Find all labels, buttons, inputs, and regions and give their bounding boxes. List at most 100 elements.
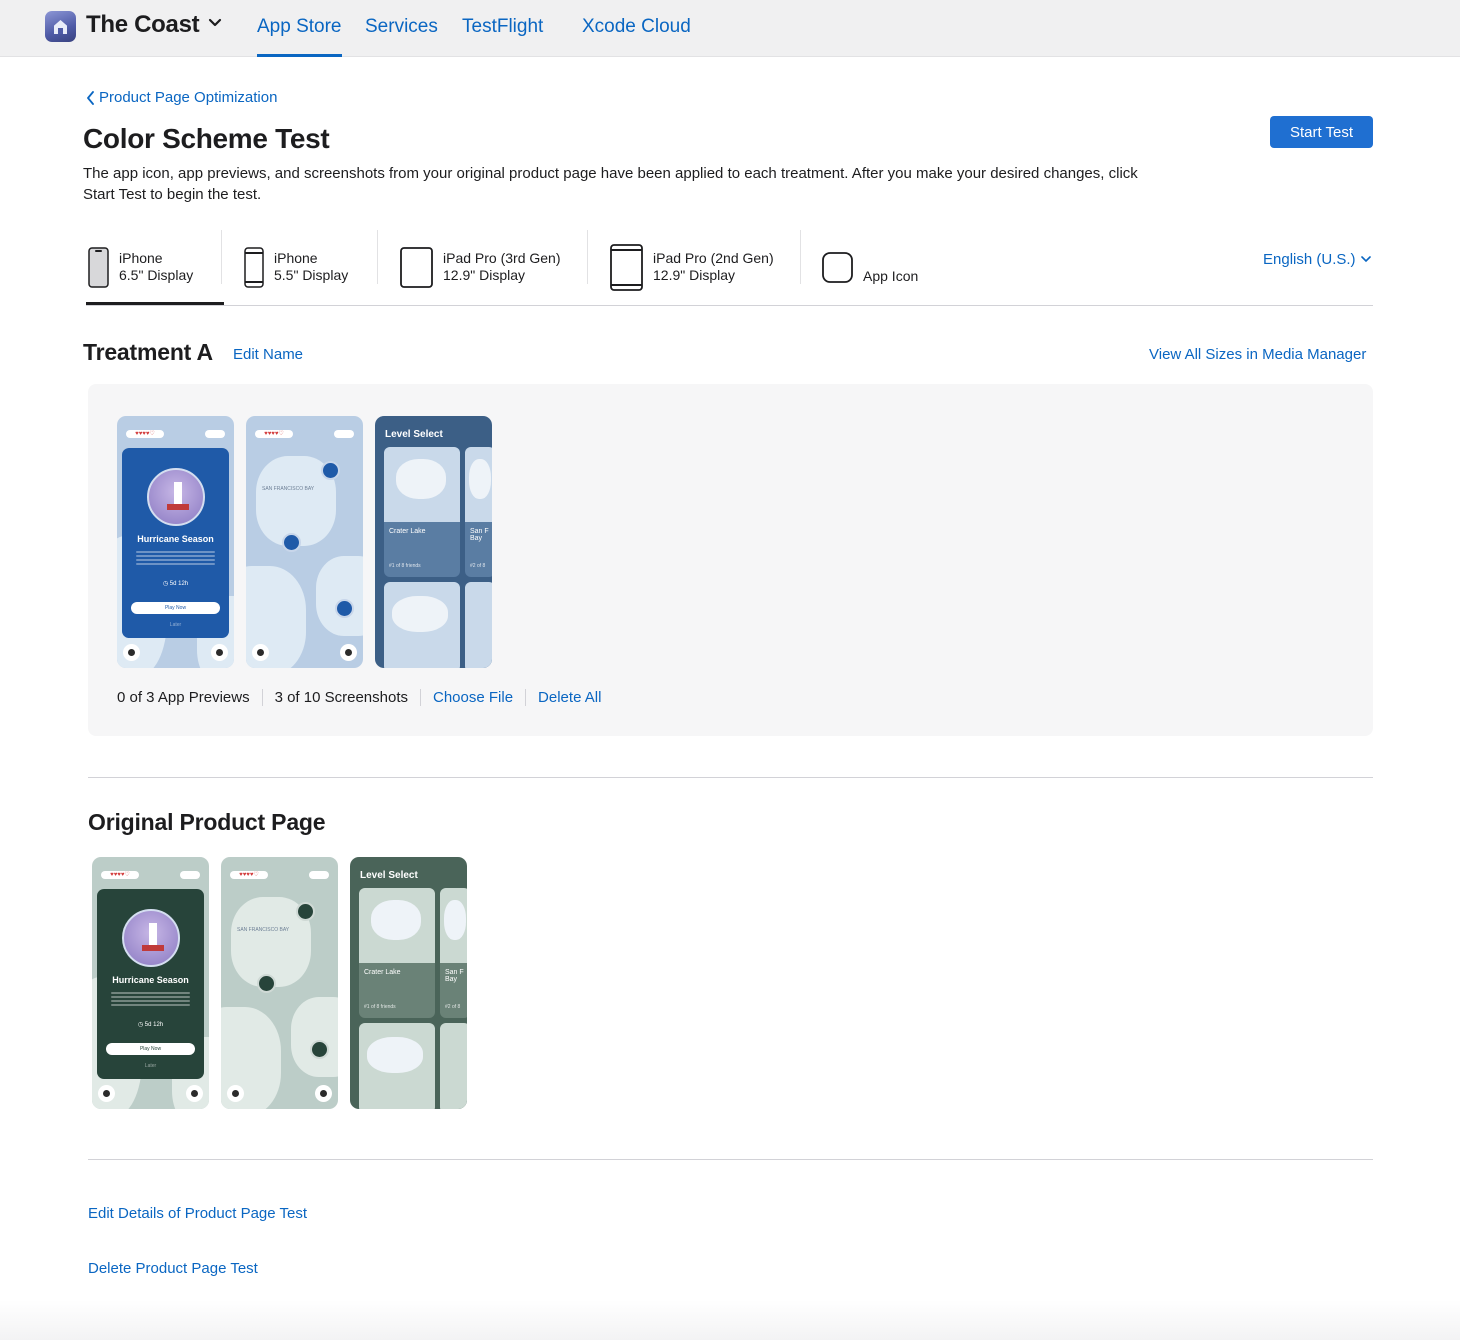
tab-app-store[interactable]: App Store	[257, 16, 342, 38]
device-tab-iphone-5-5[interactable]: iPhone 5.5" Display	[244, 228, 348, 306]
tile-rank: #1 of 8 friends	[364, 1004, 396, 1010]
ipad-icon	[400, 246, 433, 288]
device-tab-line1: iPhone	[274, 250, 318, 266]
level-tile: Crater Lake #1 of 8 friends	[384, 447, 460, 577]
treatment-title: Treatment A	[83, 339, 213, 365]
flag-badge	[205, 430, 225, 438]
original-title: Original Product Page	[88, 809, 326, 835]
start-test-button[interactable]: Start Test	[1270, 116, 1373, 148]
app-icon[interactable]	[45, 11, 76, 42]
device-tabs: iPhone 6.5" Display iPhone 5.5" Display iP…	[86, 228, 1373, 306]
screenshots-count: 3 of 10 Screenshots	[274, 689, 408, 706]
level-marker	[335, 599, 354, 618]
top-bar: The Coast App Store Services TestFlight …	[0, 0, 1460, 57]
page-title: Color Scheme Test	[83, 123, 330, 154]
lighthouse-badge	[147, 468, 205, 526]
tile-name: San F Bay	[445, 969, 464, 983]
level-marker	[296, 902, 315, 921]
iphone-icon	[244, 246, 264, 288]
level-tile	[384, 582, 460, 668]
friends-icon	[315, 1085, 332, 1102]
chevron-left-icon	[87, 90, 94, 105]
screenshot-1[interactable]: ♥♥♥♥♡ Hurricane Season ◷ 5d 12h Play Now…	[117, 416, 234, 668]
device-tab-line2: 6.5" Display	[119, 267, 194, 283]
view-all-sizes-link[interactable]: View All Sizes in Media Manager	[1149, 346, 1366, 363]
tab-services[interactable]: Services	[365, 16, 438, 38]
device-tab-line2: 12.9" Display	[443, 267, 526, 283]
friends-icon	[186, 1085, 203, 1102]
chevron-down-icon[interactable]	[207, 15, 223, 31]
friends-icon	[340, 644, 357, 661]
tile-name: San F Bay	[470, 528, 489, 542]
level-tile	[440, 1023, 467, 1109]
card-timer: ◷ 5d 12h	[162, 581, 189, 587]
card-title: Hurricane Season	[112, 975, 189, 985]
settings-icon	[252, 644, 269, 661]
back-link-label: Product Page Optimization	[99, 89, 278, 106]
hearts-indicator: ♥♥♥♥♡	[230, 871, 268, 879]
hearts-indicator: ♥♥♥♥♡	[255, 430, 293, 438]
later-label: Later	[169, 622, 182, 628]
app-name[interactable]: The Coast	[86, 11, 200, 39]
original-screenshot-2[interactable]: ♥♥♥♥♡ SAN FRANCISCO BAY	[221, 857, 338, 1109]
tile-rank: #2 of 8	[445, 1004, 461, 1010]
device-tab-ipad-pro-2nd[interactable]: iPad Pro (2nd Gen) 12.9" Display	[610, 228, 774, 306]
device-tab-line2: App Icon	[863, 267, 919, 284]
level-tile: San F Bay #2 of 8	[465, 447, 492, 577]
flag-badge	[334, 430, 354, 438]
device-tab-line2: 12.9" Display	[653, 267, 736, 283]
later-label: Later	[144, 1063, 157, 1069]
media-meta-row: 0 of 3 App Previews 3 of 10 Screenshots …	[117, 689, 601, 706]
app-icon-outline	[822, 251, 853, 283]
edit-name-link[interactable]: Edit Name	[233, 346, 303, 363]
level-tile: Crater Lake #1 of 8 friends	[359, 888, 435, 1018]
tile-rank: #1 of 8 friends	[389, 563, 421, 569]
back-link[interactable]: Product Page Optimization	[86, 89, 277, 106]
settings-icon	[227, 1085, 244, 1102]
level-marker	[321, 461, 340, 480]
device-tab-ipad-pro-3rd[interactable]: iPad Pro (3rd Gen) 12.9" Display	[400, 228, 561, 306]
flag-badge	[180, 871, 200, 879]
choose-file-link[interactable]: Choose File	[433, 689, 513, 706]
card-title: Hurricane Season	[137, 534, 214, 544]
ipad-icon	[610, 243, 643, 291]
device-tab-indicator	[86, 302, 224, 305]
language-selector[interactable]: English (U.S.)	[1263, 251, 1371, 268]
tile-name: Crater Lake	[389, 528, 426, 535]
device-tab-line1: iPad Pro (2nd Gen)	[653, 250, 774, 266]
tab-xcode-cloud[interactable]: Xcode Cloud	[582, 16, 691, 38]
original-screenshot-1[interactable]: ♥♥♥♥♡ Hurricane Season ◷ 5d 12h Play Now…	[92, 857, 209, 1109]
screenshot-2[interactable]: ♥♥♥♥♡ SAN FRANCISCO BAY	[246, 416, 363, 668]
tab-testflight[interactable]: TestFlight	[462, 16, 543, 38]
tab-divider	[587, 230, 588, 284]
tile-name: Crater Lake	[364, 969, 401, 976]
page-footer-band	[0, 1300, 1460, 1340]
tab-divider	[377, 230, 378, 284]
level-select-title: Level Select	[385, 429, 443, 440]
device-tab-line1: iPad Pro (3rd Gen)	[443, 250, 561, 266]
level-tile	[465, 582, 492, 668]
language-label: English (U.S.)	[1263, 251, 1356, 268]
screenshot-3[interactable]: Level Select Crater Lake #1 of 8 friends…	[375, 416, 492, 668]
tile-rank: #2 of 8	[470, 563, 486, 569]
device-tab-line2: 5.5" Display	[274, 267, 349, 283]
chevron-down-icon	[1360, 256, 1371, 263]
map-label: SAN FRANCISCO BAY	[237, 927, 290, 933]
section-divider	[88, 1159, 1373, 1160]
edit-details-link[interactable]: Edit Details of Product Page Test	[88, 1205, 307, 1222]
device-tab-app-icon[interactable]: App Icon	[822, 228, 918, 306]
device-tab-iphone-6-5[interactable]: iPhone 6.5" Display	[88, 228, 193, 306]
tab-divider	[800, 230, 801, 284]
flag-badge	[309, 871, 329, 879]
level-marker	[310, 1040, 329, 1059]
event-card: Hurricane Season ◷ 5d 12h Play Now Later	[122, 448, 229, 638]
level-tile: San F Bay #2 of 8	[440, 888, 467, 1018]
event-card: Hurricane Season ◷ 5d 12h Play Now Later	[97, 889, 204, 1079]
map-label: SAN FRANCISCO BAY	[262, 486, 315, 492]
level-tile	[359, 1023, 435, 1109]
tab-divider	[221, 230, 222, 284]
level-select-title: Level Select	[360, 870, 418, 881]
original-screenshot-3[interactable]: Level Select Crater Lake #1 of 8 friends…	[350, 857, 467, 1109]
delete-all-link[interactable]: Delete All	[538, 689, 601, 706]
delete-test-link[interactable]: Delete Product Page Test	[88, 1260, 258, 1277]
